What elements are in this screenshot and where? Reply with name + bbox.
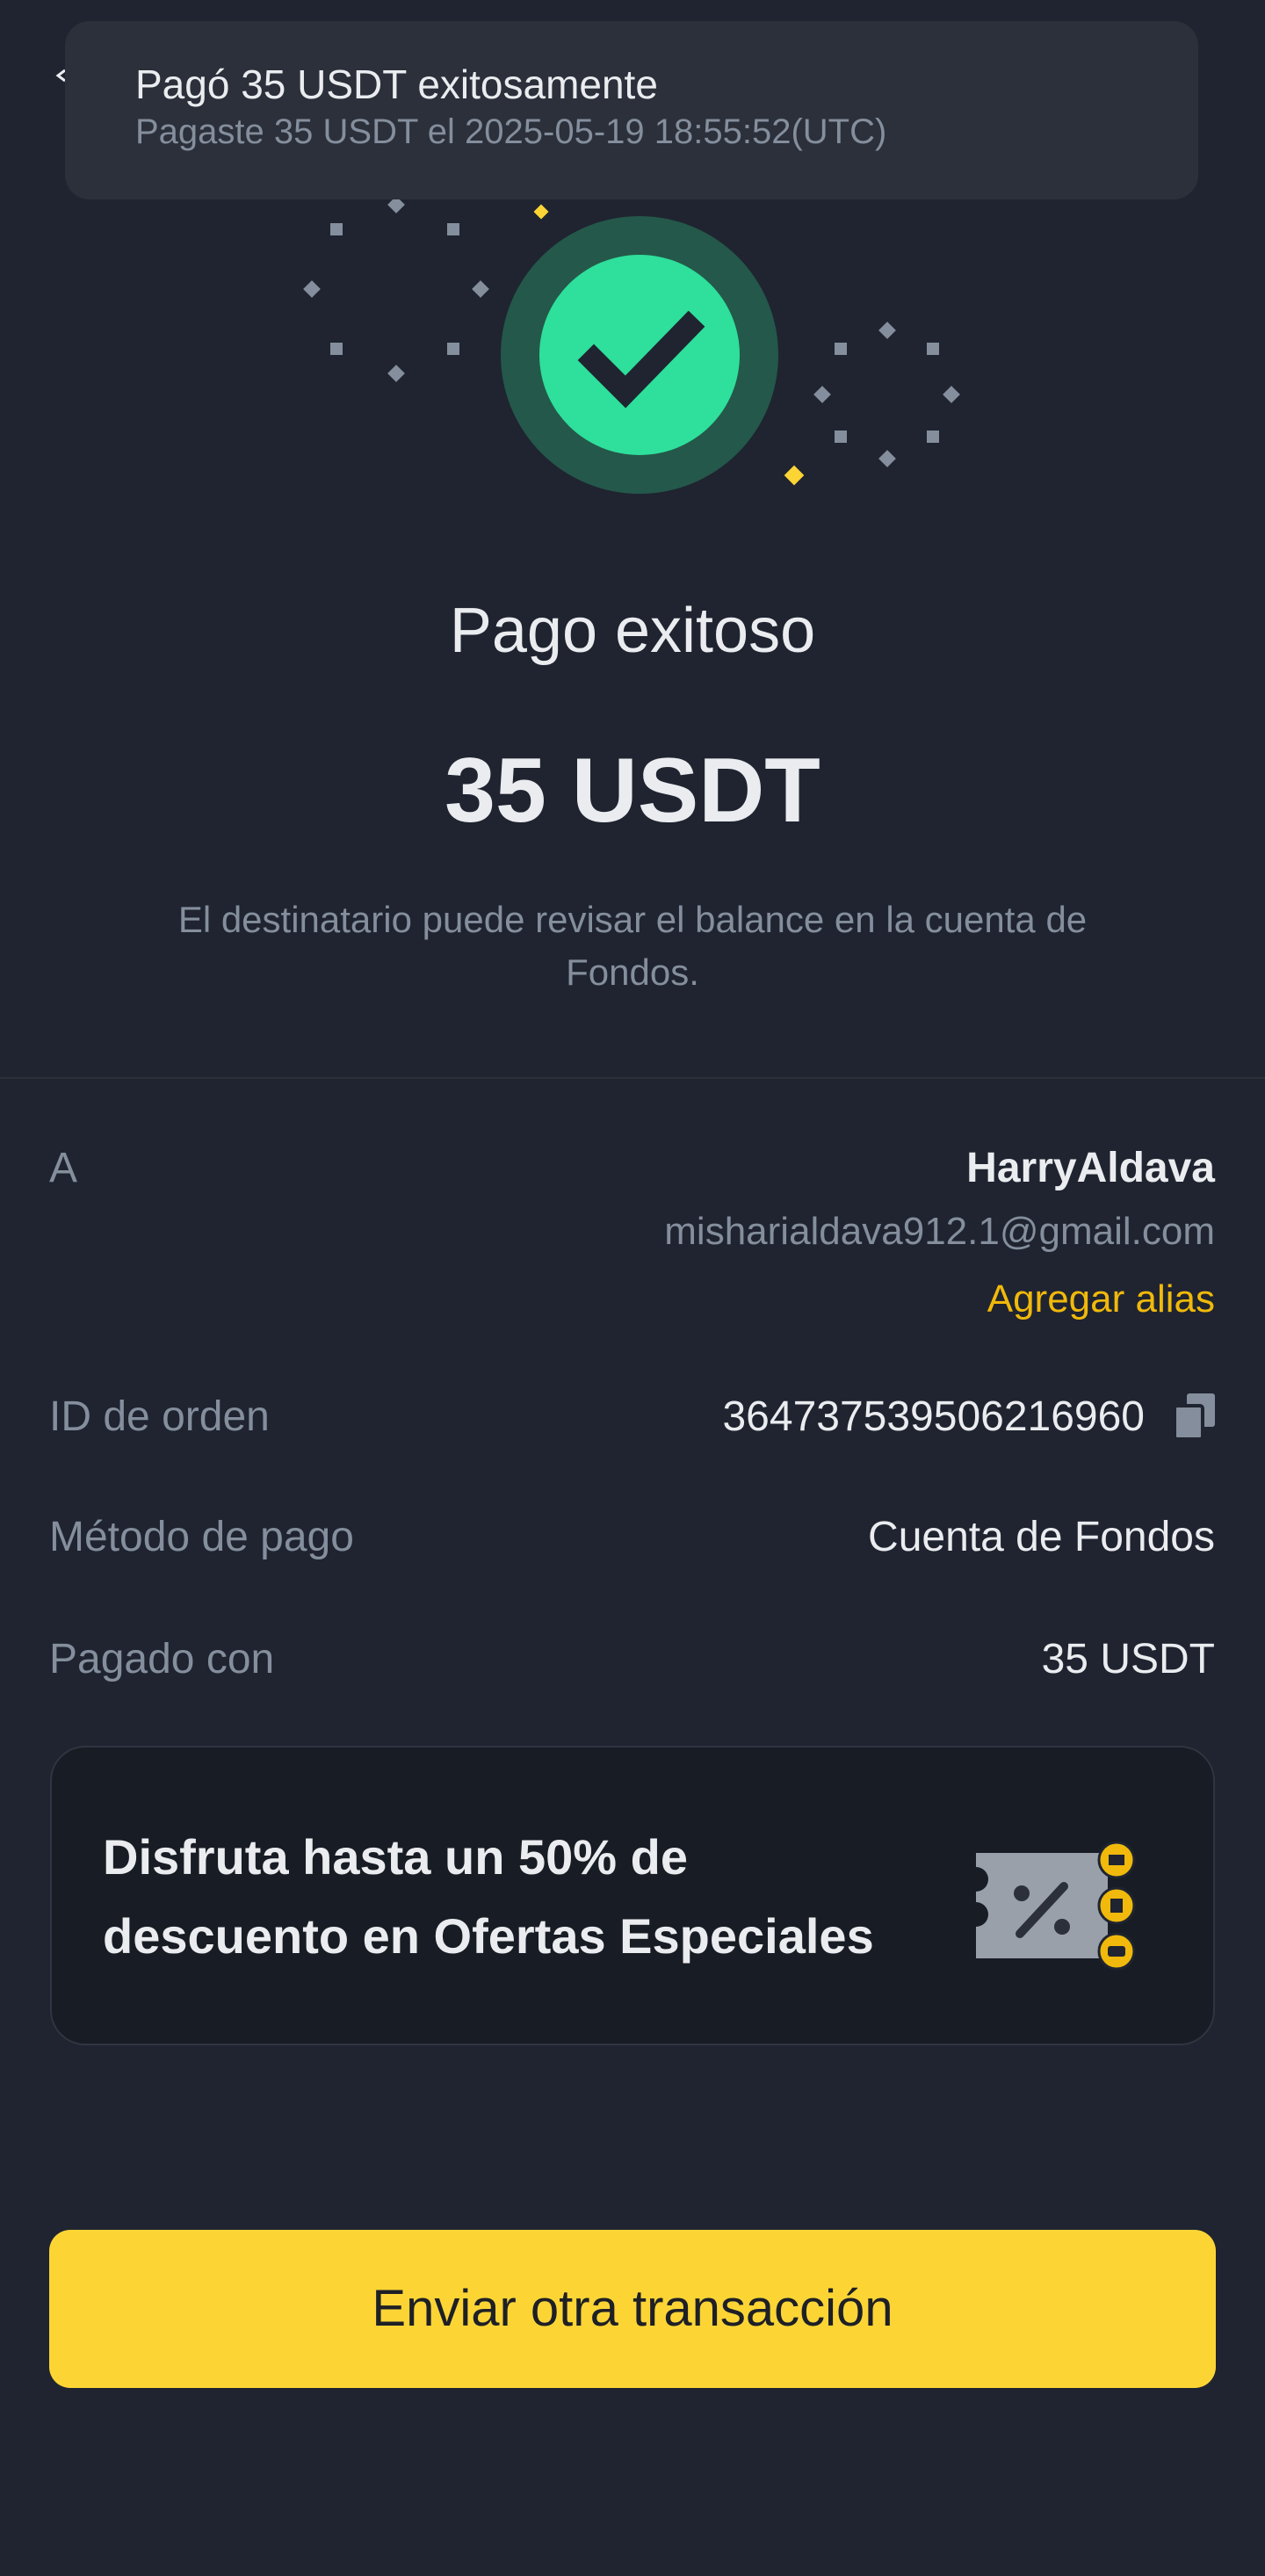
promo-text: Disfruta hasta un 50% de descuento en Of… <box>103 1829 874 1964</box>
sparkle <box>784 465 805 486</box>
recipient-email: misharialdava912.1@gmail.com <box>664 1210 1215 1253</box>
particle <box>943 386 960 403</box>
particle <box>927 431 939 443</box>
payment-method-label: Método de pago <box>49 1514 354 1560</box>
payment-toast[interactable]: Pagó 35 USDT exitosamente Pagaste 35 USD… <box>65 21 1198 199</box>
copy-icon[interactable] <box>1175 1393 1215 1439</box>
page-title: Pago exitoso <box>449 596 816 666</box>
particle <box>447 223 459 235</box>
payment-amount: 35 USDT <box>445 740 820 842</box>
particle <box>303 280 321 298</box>
paid-with-label: Pagado con <box>49 1636 275 1682</box>
particle <box>330 223 343 235</box>
particle <box>472 280 489 298</box>
discount-voucher-icon <box>976 1841 1136 1971</box>
recipient-name: HarryAldava <box>966 1145 1215 1191</box>
section-divider <box>0 1077 1265 1079</box>
particle <box>835 431 847 443</box>
send-another-transaction-button[interactable]: Enviar otra transacción <box>49 2230 1216 2388</box>
particle <box>330 343 343 355</box>
paid-with-value: 35 USDT <box>1041 1636 1215 1682</box>
recipient-label: A <box>49 1145 78 1191</box>
special-offers-banner[interactable]: Disfruta hasta un 50% de descuento en Of… <box>50 1746 1215 2045</box>
particle <box>835 343 847 355</box>
order-id-value: 364737539506216960 <box>722 1393 1145 1440</box>
toast-subtitle: Pagaste 35 USDT el 2025-05-19 18:55:52(U… <box>135 112 887 151</box>
recipient-note: El destinatario puede revisar el balance… <box>177 899 1088 993</box>
sparkle <box>533 204 549 220</box>
add-alias-link[interactable]: Agregar alias <box>987 1275 1215 1324</box>
payment-method-value: Cuenta de Fondos <box>868 1514 1215 1560</box>
particle <box>927 343 939 355</box>
particle <box>878 322 896 339</box>
order-id-label: ID de orden <box>49 1393 270 1440</box>
particle <box>387 365 405 382</box>
particle <box>447 343 459 355</box>
toast-title: Pagó 35 USDT exitosamente <box>135 62 658 107</box>
particle <box>878 450 896 467</box>
check-circle <box>539 255 740 455</box>
particle <box>813 386 831 403</box>
payment-success-screen: Pagó 35 USDT exitosamente Pagaste 35 USD… <box>0 0 1265 2576</box>
